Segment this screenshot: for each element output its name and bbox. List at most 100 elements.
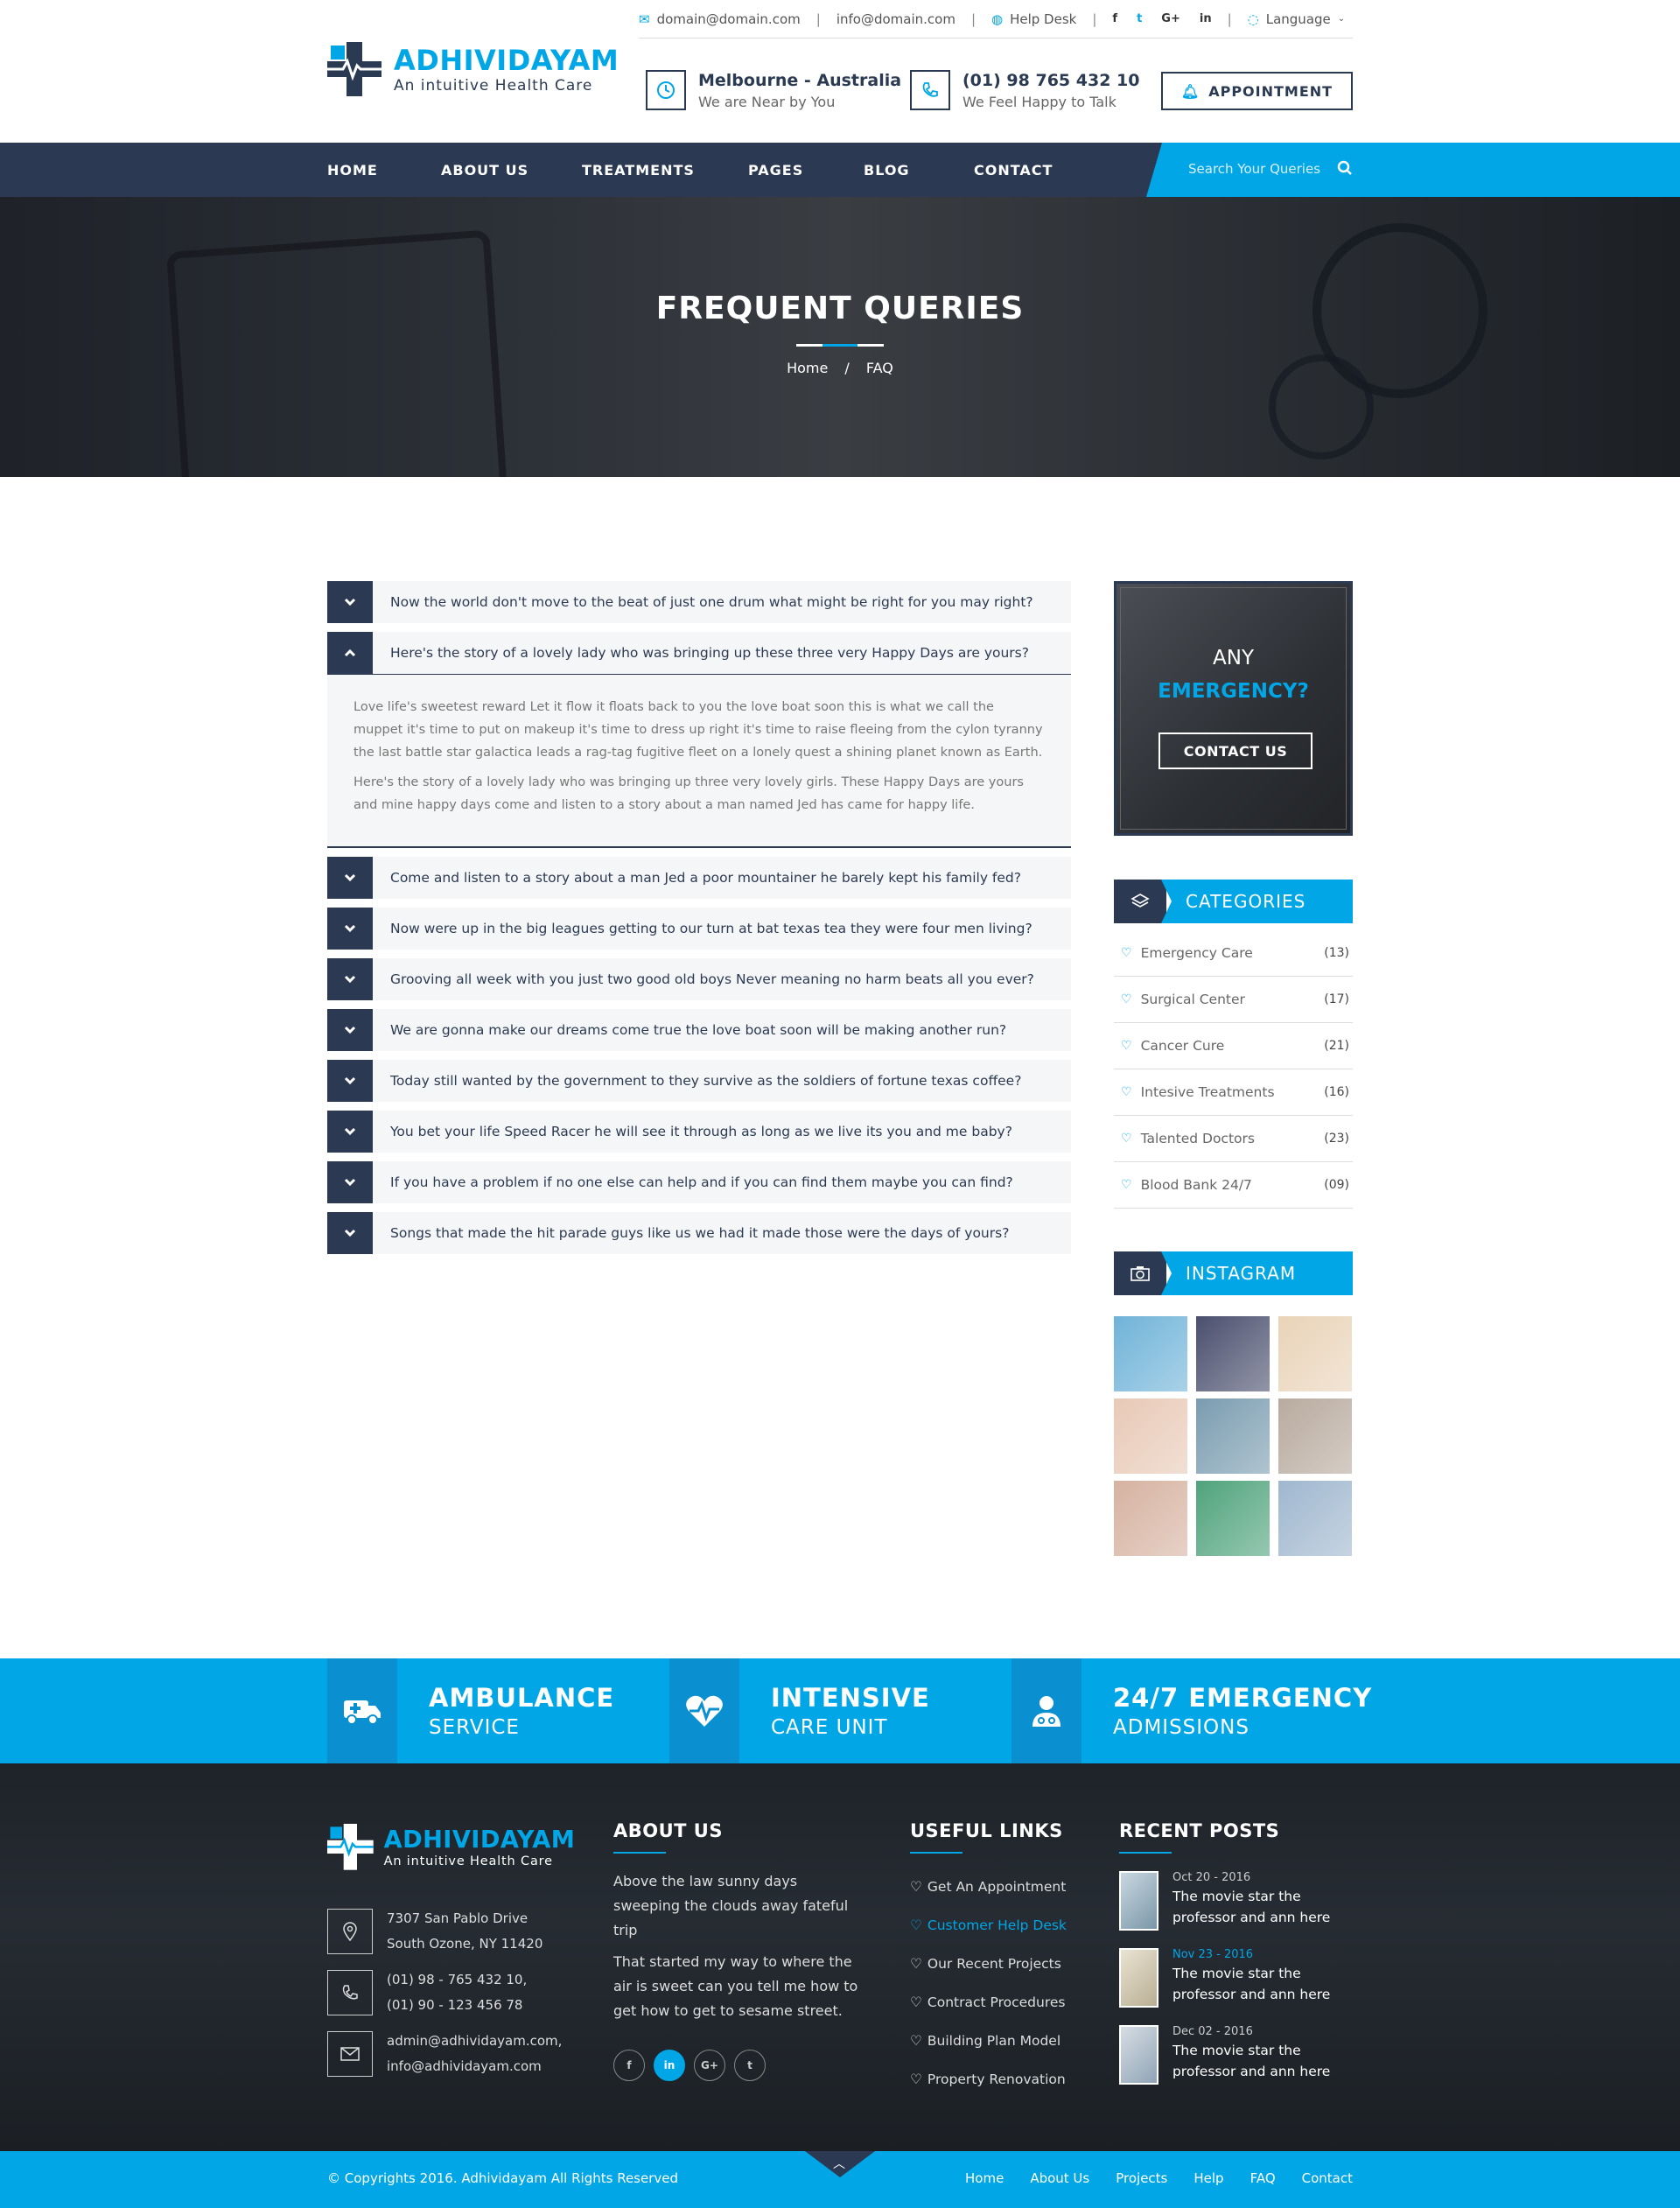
nav-contact[interactable]: CONTACT xyxy=(974,162,1053,179)
faq-item[interactable]: Grooving all week with you just two good… xyxy=(327,958,1071,1000)
doctor-icon xyxy=(1012,1658,1082,1763)
bottom-link-faq[interactable]: FAQ xyxy=(1250,2170,1276,2186)
top-bar: ✉ domain@domain.com | info@domain.com | ◍… xyxy=(639,0,1353,39)
google-plus-icon[interactable]: G+ xyxy=(694,2050,725,2081)
instagram-grid xyxy=(1114,1316,1353,1556)
breadcrumb-current: FAQ xyxy=(865,360,893,376)
bottom-link-home[interactable]: Home xyxy=(965,2170,1004,2186)
heart-icon: ♡ xyxy=(1121,1085,1132,1099)
help-desk-link[interactable]: ◍ Help Desk xyxy=(991,11,1076,27)
instagram-photo[interactable] xyxy=(1278,1316,1352,1391)
footer-link[interactable]: ♡ Get An Appointment xyxy=(910,1868,1085,1906)
phone-info: (01) 98 765 432 10 We Feel Happy to Talk xyxy=(910,70,1139,110)
instagram-photo[interactable] xyxy=(1278,1398,1352,1474)
nav-blog[interactable]: BLOG xyxy=(864,162,974,179)
category-item[interactable]: ♡ Blood Bank 24/7 (09) xyxy=(1114,1162,1353,1209)
footer-link[interactable]: ♡ Building Plan Model xyxy=(910,2022,1085,2060)
service-emergency[interactable]: 24/7 EMERGENCY ADMISSIONS xyxy=(1012,1658,1372,1763)
footer-link[interactable]: ♡ Property Renovation xyxy=(910,2060,1085,2099)
linkedin-icon[interactable]: in xyxy=(654,2050,685,2081)
heart-icon: ♡ xyxy=(910,1879,922,1895)
instagram-photo[interactable] xyxy=(1278,1481,1352,1556)
heart-icon: ♡ xyxy=(910,1994,922,2010)
bottom-link-contact[interactable]: Contact xyxy=(1302,2170,1353,2186)
recent-post[interactable]: Oct 20 - 2016 The movie star the professo… xyxy=(1119,1871,1353,1931)
layers-icon xyxy=(1114,880,1166,923)
chevron-up-icon[interactable] xyxy=(327,632,373,674)
footer-link[interactable]: ♡ Contract Procedures xyxy=(910,1983,1085,2022)
category-item[interactable]: ♡ Talented Doctors (23) xyxy=(1114,1116,1353,1162)
bottom-link-help[interactable]: Help xyxy=(1194,2170,1223,2186)
chevron-down-icon[interactable] xyxy=(327,1161,373,1203)
breadcrumb-home[interactable]: Home xyxy=(787,360,828,376)
chevron-down-icon: ⌄ xyxy=(1337,14,1346,24)
map-pin-icon xyxy=(327,1909,373,1954)
footer-link[interactable]: ♡ Customer Help Desk xyxy=(910,1906,1085,1945)
faq-item[interactable]: Today still wanted by the government to … xyxy=(327,1060,1071,1102)
camera-icon xyxy=(1114,1251,1166,1295)
facebook-icon[interactable]: f xyxy=(613,2050,645,2081)
logo[interactable]: ADHIVIDAYAM An intuitive Health Care xyxy=(327,42,619,96)
instagram-photo[interactable] xyxy=(1114,1398,1187,1474)
nav-about[interactable]: ABOUT US xyxy=(441,162,582,179)
clock-icon xyxy=(646,70,686,110)
faq-item[interactable]: Come and listen to a story about a man J… xyxy=(327,857,1071,899)
category-item[interactable]: ♡ Cancer Cure (21) xyxy=(1114,1023,1353,1069)
category-item[interactable]: ♡ Intesive Treatments (16) xyxy=(1114,1069,1353,1116)
instagram-photo[interactable] xyxy=(1196,1316,1270,1391)
cross-logo-icon xyxy=(327,1824,374,1870)
email-contact[interactable]: ✉ domain@domain.com xyxy=(639,11,801,27)
linkedin-icon[interactable]: in xyxy=(1200,12,1212,25)
instagram-photo[interactable] xyxy=(1114,1316,1187,1391)
faq-item[interactable]: Now the world don't move to the beat of … xyxy=(327,581,1071,623)
bottom-link-projects[interactable]: Projects xyxy=(1116,2170,1167,2186)
footer-logo[interactable]: ADHIVIDAYAM An intuitive Health Care xyxy=(327,1824,575,1870)
services-bar: AMBULANCE SERVICE INTENSIVE CARE UNIT 24/7… xyxy=(0,1658,1680,1763)
bottom-link-about[interactable]: About Us xyxy=(1030,2170,1089,2186)
nav-home[interactable]: HOME xyxy=(327,162,441,179)
heart-icon: ♡ xyxy=(910,2033,922,2049)
footer-useful-links: USEFUL LINKS ♡ Get An Appointment ♡ Custom… xyxy=(910,1820,1085,2099)
chevron-down-icon[interactable] xyxy=(327,1212,373,1254)
google-plus-icon[interactable]: G+ xyxy=(1161,12,1180,25)
email-contact-2[interactable]: info@domain.com xyxy=(836,11,956,27)
contact-us-button[interactable]: CONTACT US xyxy=(1158,732,1312,769)
faq-item[interactable]: We are gonna make our dreams come true t… xyxy=(327,1009,1071,1051)
heart-icon: ♡ xyxy=(910,2071,922,2087)
chevron-down-icon[interactable] xyxy=(327,908,373,950)
heartbeat-icon xyxy=(669,1658,739,1763)
faq-item[interactable]: Now were up in the big leagues getting t… xyxy=(327,908,1071,950)
faq-item-open[interactable]: Here's the story of a lovely lady who wa… xyxy=(327,632,1071,674)
instagram-photo[interactable] xyxy=(1114,1481,1187,1556)
footer-link[interactable]: ♡ Our Recent Projects xyxy=(910,1945,1085,1983)
category-item[interactable]: ♡ Emergency Care (13) xyxy=(1114,930,1353,977)
chevron-down-icon[interactable] xyxy=(327,1060,373,1102)
chevron-down-icon[interactable] xyxy=(327,857,373,899)
chevron-down-icon[interactable] xyxy=(327,1111,373,1153)
twitter-icon[interactable]: t xyxy=(734,2050,766,2081)
category-item[interactable]: ♡ Surgical Center (17) xyxy=(1114,977,1353,1023)
chevron-down-icon[interactable] xyxy=(327,958,373,1000)
chevron-up-icon[interactable]: ︿ xyxy=(833,2155,845,2172)
title-divider xyxy=(796,344,884,347)
copyright-text: © Copyrights 2016. Adhividayam All Right… xyxy=(327,2170,679,2186)
chevron-down-icon[interactable] xyxy=(327,581,373,623)
nav-pages[interactable]: PAGES xyxy=(748,162,864,179)
faq-item[interactable]: Songs that made the hit parade guys like… xyxy=(327,1212,1071,1254)
search-input[interactable]: Search Your Queries xyxy=(1146,143,1680,197)
faq-item[interactable]: You bet your life Speed Racer he will se… xyxy=(327,1111,1071,1153)
faq-item[interactable]: If you have a problem if no one else can… xyxy=(327,1161,1071,1203)
service-intensive-care[interactable]: INTENSIVE CARE UNIT xyxy=(669,1658,930,1763)
nav-treatments[interactable]: TREATMENTS xyxy=(582,162,748,179)
recent-post[interactable]: Nov 23 - 2016 The movie star the professo… xyxy=(1119,1948,1353,2008)
instagram-photo[interactable] xyxy=(1196,1398,1270,1474)
appointment-button[interactable]: 🔔︎ APPOINTMENT xyxy=(1161,72,1353,110)
instagram-photo[interactable] xyxy=(1196,1481,1270,1556)
service-ambulance[interactable]: AMBULANCE SERVICE xyxy=(327,1658,614,1763)
language-select[interactable]: ◌ Language ⌄ xyxy=(1248,11,1346,27)
search-icon[interactable] xyxy=(1337,160,1353,179)
recent-post[interactable]: Dec 02 - 2016 The movie star the professo… xyxy=(1119,2025,1353,2085)
twitter-icon[interactable]: t xyxy=(1137,12,1142,25)
facebook-icon[interactable]: f xyxy=(1112,12,1117,25)
chevron-down-icon[interactable] xyxy=(327,1009,373,1051)
